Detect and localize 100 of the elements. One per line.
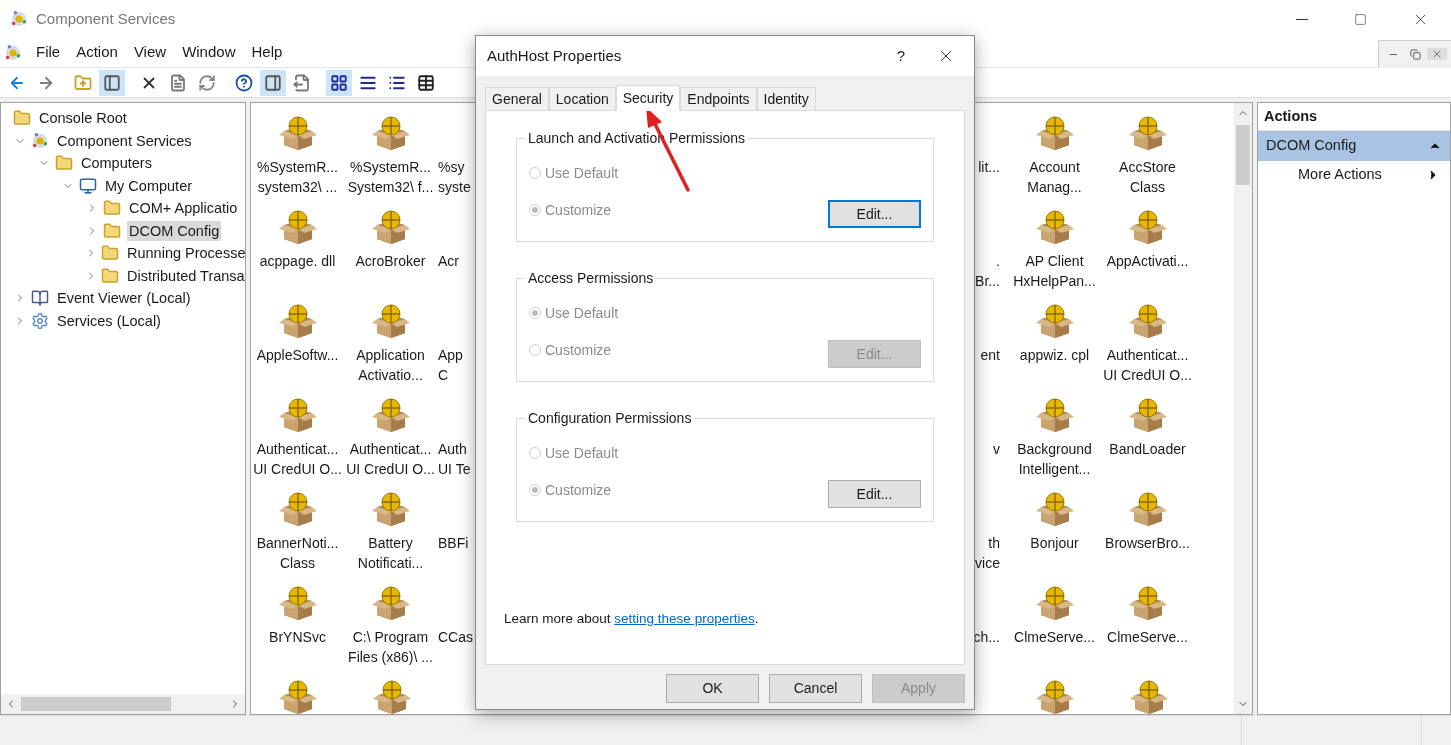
- menu-item[interactable]: Help: [243, 41, 291, 64]
- component-label[interactable]: BandLoader: [1109, 439, 1186, 459]
- edit-button[interactable]: Edit...: [828, 200, 921, 228]
- component-label[interactable]: C: [438, 365, 449, 385]
- details-icon: [417, 73, 435, 92]
- group-title: Configuration Permissions: [525, 410, 695, 426]
- vertical-scrollbar[interactable]: [1234, 103, 1252, 714]
- component-label[interactable]: syste: [438, 177, 471, 197]
- menu-item[interactable]: File: [28, 41, 69, 64]
- component-label[interactable]: HxHelpPan...: [1013, 271, 1096, 291]
- actions-section-header[interactable]: DCOM Config: [1258, 131, 1450, 161]
- component-label[interactable]: UI CredUI O...: [1103, 365, 1192, 385]
- horizontal-scrollbar[interactable]: [1, 694, 245, 714]
- component-label[interactable]: system32\ ...: [257, 177, 338, 197]
- component-label[interactable]: ent: [980, 345, 1000, 365]
- component-label[interactable]: UI CredUI O...: [346, 459, 435, 479]
- tree-item[interactable]: Computers: [79, 153, 154, 174]
- tree-item[interactable]: DCOM Config: [127, 220, 222, 241]
- component-label[interactable]: AppActivati...: [1106, 251, 1189, 271]
- package-icon: [1127, 397, 1168, 433]
- radio-label: Use Default: [545, 303, 619, 323]
- tree-item[interactable]: Distributed Transa: [125, 265, 247, 286]
- component-label[interactable]: Intelligent...: [1018, 459, 1091, 479]
- help-sentence: Learn more about setting these properties.: [504, 611, 759, 626]
- component-label[interactable]: BannerNoti...: [256, 533, 339, 553]
- component-label[interactable]: th: [988, 533, 1000, 553]
- package-icon: [1127, 209, 1168, 245]
- component-label[interactable]: %sy: [438, 157, 465, 177]
- export-icon: [293, 73, 311, 92]
- component-label[interactable]: acppage. dll: [259, 251, 336, 271]
- tree-item[interactable]: Running Processe: [125, 243, 248, 264]
- tab[interactable]: Identity: [756, 87, 816, 110]
- component-label[interactable]: Background: [1017, 439, 1092, 459]
- component-label[interactable]: Authenticat...: [1106, 345, 1189, 365]
- component-label[interactable]: Account: [1029, 157, 1080, 177]
- component-label[interactable]: C:\ Program: [352, 627, 429, 647]
- component-label[interactable]: Br...: [975, 271, 1000, 291]
- component-label[interactable]: BrYNSvc: [269, 627, 326, 647]
- component-label[interactable]: UI CredUI O...: [253, 459, 342, 479]
- component-label[interactable]: Authenticat...: [256, 439, 339, 459]
- folder-icon: [13, 109, 31, 128]
- dialog-button[interactable]: Cancel: [769, 674, 862, 703]
- component-label[interactable]: AccStore: [1119, 157, 1176, 177]
- app-logo-icon: [10, 10, 28, 28]
- component-label[interactable]: Application: [356, 345, 425, 365]
- toolbar-button[interactable]: [99, 69, 125, 96]
- tree-item[interactable]: Component Services: [55, 130, 194, 151]
- action-link[interactable]: More Actions: [1258, 161, 1450, 189]
- component-label[interactable]: ClmeServe...: [1014, 627, 1095, 647]
- component-label[interactable]: Files (x86)\ ...: [348, 647, 433, 667]
- scrollbar-thumb[interactable]: [21, 697, 171, 711]
- component-label[interactable]: BrowserBro...: [1105, 533, 1190, 553]
- menu-item[interactable]: View: [125, 41, 175, 64]
- edit-button[interactable]: Edit...: [828, 480, 921, 508]
- tab[interactable]: Location: [548, 87, 616, 110]
- help-button[interactable]: ?: [884, 44, 918, 68]
- tree-item[interactable]: Console Root: [37, 108, 129, 129]
- component-label[interactable]: vice: [975, 553, 1000, 573]
- component-label[interactable]: lit...: [978, 157, 1000, 177]
- component-label[interactable]: Class: [280, 553, 315, 573]
- tab[interactable]: Endpoints: [680, 87, 757, 110]
- component-label[interactable]: BBFi: [438, 533, 469, 553]
- component-label[interactable]: %SystemR...: [257, 157, 338, 177]
- tree-item[interactable]: My Computer: [103, 175, 195, 196]
- component-label[interactable]: App: [438, 345, 463, 365]
- component-label[interactable]: Manag...: [1027, 177, 1082, 197]
- component-label[interactable]: UI Te: [438, 459, 471, 479]
- component-label[interactable]: .: [996, 251, 1000, 271]
- component-label[interactable]: AP Client: [1025, 251, 1084, 271]
- close-button[interactable]: [1427, 48, 1447, 60]
- component-label[interactable]: System32\ f...: [347, 177, 434, 197]
- toolbar-button[interactable]: [260, 69, 286, 96]
- menu-item[interactable]: Action: [68, 41, 126, 64]
- component-label[interactable]: v: [993, 439, 1000, 459]
- tree-item[interactable]: COM+ Applicatio: [127, 198, 240, 219]
- component-label[interactable]: ClmeServe...: [1107, 627, 1188, 647]
- component-label[interactable]: Class: [1130, 177, 1165, 197]
- tree-item[interactable]: Services (Local): [55, 310, 163, 331]
- package-icon: [372, 679, 412, 714]
- help-link[interactable]: setting these properties: [614, 611, 755, 626]
- component-label[interactable]: Battery: [368, 533, 413, 553]
- component-label[interactable]: Activatio...: [358, 365, 423, 385]
- component-label[interactable]: Notificati...: [357, 553, 424, 573]
- tab[interactable]: Security: [615, 85, 681, 111]
- scrollbar-thumb[interactable]: [1236, 125, 1250, 185]
- tab[interactable]: General: [485, 87, 549, 110]
- component-label[interactable]: Authenticat...: [349, 439, 432, 459]
- dialog-button[interactable]: OK: [666, 674, 759, 703]
- package-icon: [277, 585, 318, 621]
- component-label[interactable]: CCas: [438, 627, 473, 647]
- component-label[interactable]: %SystemR...: [350, 157, 431, 177]
- component-label[interactable]: AppleSoftw...: [256, 345, 339, 365]
- menu-item[interactable]: Window: [174, 41, 244, 64]
- component-label[interactable]: AcroBroker: [355, 251, 426, 271]
- tree-item[interactable]: Event Viewer (Local): [55, 288, 193, 309]
- component-label[interactable]: Acr: [438, 251, 459, 271]
- component-label[interactable]: Auth: [438, 439, 467, 459]
- component-label[interactable]: Bonjour: [1030, 533, 1079, 553]
- component-label[interactable]: appwiz. cpl: [1019, 345, 1090, 365]
- toolbar-button[interactable]: [326, 69, 352, 96]
